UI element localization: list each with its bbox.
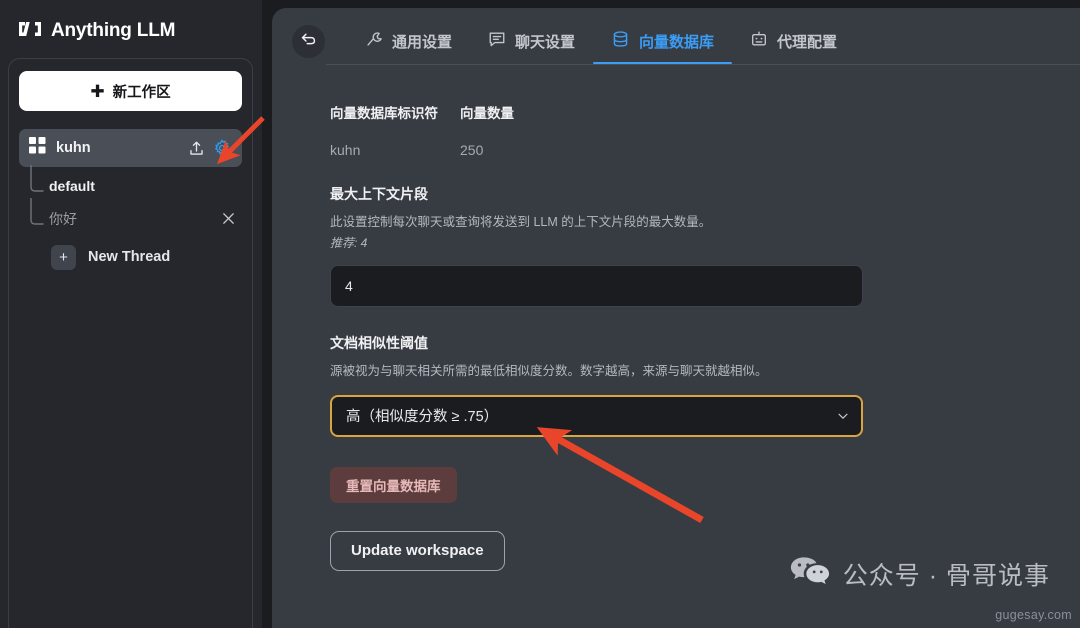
update-workspace-button[interactable]: Update workspace <box>330 530 505 571</box>
tree-elbow-icon <box>29 191 45 237</box>
new-workspace-label: 新工作区 <box>112 84 171 101</box>
section-recommendation: 推荐: 4 <box>330 235 368 250</box>
select-selected-value: 高（相似度分数 ≥ .75） <box>346 409 499 425</box>
section-title: 文档相似性阈值 <box>330 334 428 351</box>
thread-label: 你好 <box>49 210 77 227</box>
tab-underline <box>593 61 733 64</box>
database-icon <box>611 30 630 53</box>
section-description: 此设置控制每次聊天或查询将发送到 LLM 的上下文片段的最大数量。 <box>330 215 712 229</box>
chat-bubble-icon <box>488 30 506 52</box>
anythingllm-logo-icon <box>18 20 42 43</box>
wrench-icon <box>365 30 383 52</box>
tab-underline <box>470 62 593 65</box>
tab-underline <box>732 62 855 65</box>
settings-content: 向量数据库标识符 kuhn 向量数量 250 最大上下文片段 此设置控制每次聊天… <box>272 74 1080 571</box>
back-arrow-icon <box>300 30 317 52</box>
sidebar: Anything LLM ✚ 新工作区 kuhn default 你好 + Ne… <box>0 0 262 628</box>
brand: Anything LLM <box>0 0 262 46</box>
tab-general-settings[interactable]: 通用设置 <box>347 8 470 74</box>
new-thread-label: New Thread <box>88 249 171 265</box>
info-column-identifier: 向量数据库标识符 kuhn <box>330 102 460 158</box>
tab-agent-config[interactable]: 代理配置 <box>732 8 855 74</box>
main-panel: 通用设置 聊天设置 向量数据库 代理配置 向量数据库标识符 kuhn 向量数量 … <box>272 8 1080 628</box>
new-workspace-button[interactable]: ✚ 新工作区 <box>19 71 242 111</box>
tab-label: 聊天设置 <box>515 33 576 51</box>
gear-icon[interactable] <box>213 139 231 157</box>
back-button[interactable] <box>292 24 325 58</box>
workspace-name: kuhn <box>56 140 91 156</box>
tab-label: 通用设置 <box>392 33 453 51</box>
tab-label: 代理配置 <box>777 33 838 51</box>
app-root: Anything LLM ✚ 新工作区 kuhn default 你好 + Ne… <box>0 0 1080 628</box>
watermark-url: gugesay.com <box>995 608 1072 622</box>
section-description: 源被视为与聊天相关所需的最低相似度分数。数字越高，来源与聊天就越相似。 <box>330 363 768 378</box>
column-header: 向量数据库标识符 <box>330 106 438 121</box>
column-header: 向量数量 <box>460 106 514 121</box>
brand-name: Anything LLM <box>51 20 176 41</box>
column-value: 250 <box>460 142 484 158</box>
grid-squares-icon <box>29 137 46 159</box>
similarity-threshold-select[interactable]: 高（相似度分数 ≥ .75） <box>330 394 863 437</box>
workspace-panel: ✚ 新工作区 kuhn default 你好 + New Thread <box>8 58 253 628</box>
thread-label: default <box>49 177 95 194</box>
list-item[interactable]: 你好 <box>29 191 242 235</box>
tab-chat-settings[interactable]: 聊天设置 <box>470 8 593 74</box>
plus-icon: ✚ <box>90 81 105 101</box>
sidebar-item-workspace-kuhn[interactable]: kuhn <box>19 129 242 167</box>
column-value: kuhn <box>330 142 361 158</box>
close-x-icon[interactable] <box>221 211 236 226</box>
tab-label: 向量数据库 <box>639 33 715 51</box>
section-title: 最大上下文片段 <box>330 186 428 202</box>
new-thread-button[interactable]: + New Thread <box>29 242 242 272</box>
max-context-input[interactable] <box>330 264 863 307</box>
max-context-section: 最大上下文片段 此设置控制每次聊天或查询将发送到 LLM 的上下文片段的最大数量… <box>330 184 1080 307</box>
info-column-count: 向量数量 250 <box>460 102 620 158</box>
list-item[interactable]: default <box>29 164 242 202</box>
upload-icon[interactable] <box>188 140 205 157</box>
plus-icon[interactable]: + <box>51 244 76 270</box>
tab-underline <box>347 62 470 65</box>
info-columns: 向量数据库标识符 kuhn 向量数量 250 <box>330 102 1080 158</box>
thread-list: default 你好 + New Thread <box>19 164 242 272</box>
action-buttons: 重置向量数据库 Update workspace <box>330 437 1080 571</box>
similarity-threshold-select-wrap: 高（相似度分数 ≥ .75） <box>330 394 863 437</box>
similarity-threshold-section: 文档相似性阈值 源被视为与聊天相关所需的最低相似度分数。数字越高，来源与聊天就越… <box>330 333 1080 437</box>
tab-vector-database[interactable]: 向量数据库 <box>593 8 733 74</box>
reset-vector-database-button[interactable]: 重置向量数据库 <box>330 466 457 503</box>
settings-tabbar: 通用设置 聊天设置 向量数据库 代理配置 <box>272 8 1080 74</box>
robot-icon <box>750 30 768 52</box>
